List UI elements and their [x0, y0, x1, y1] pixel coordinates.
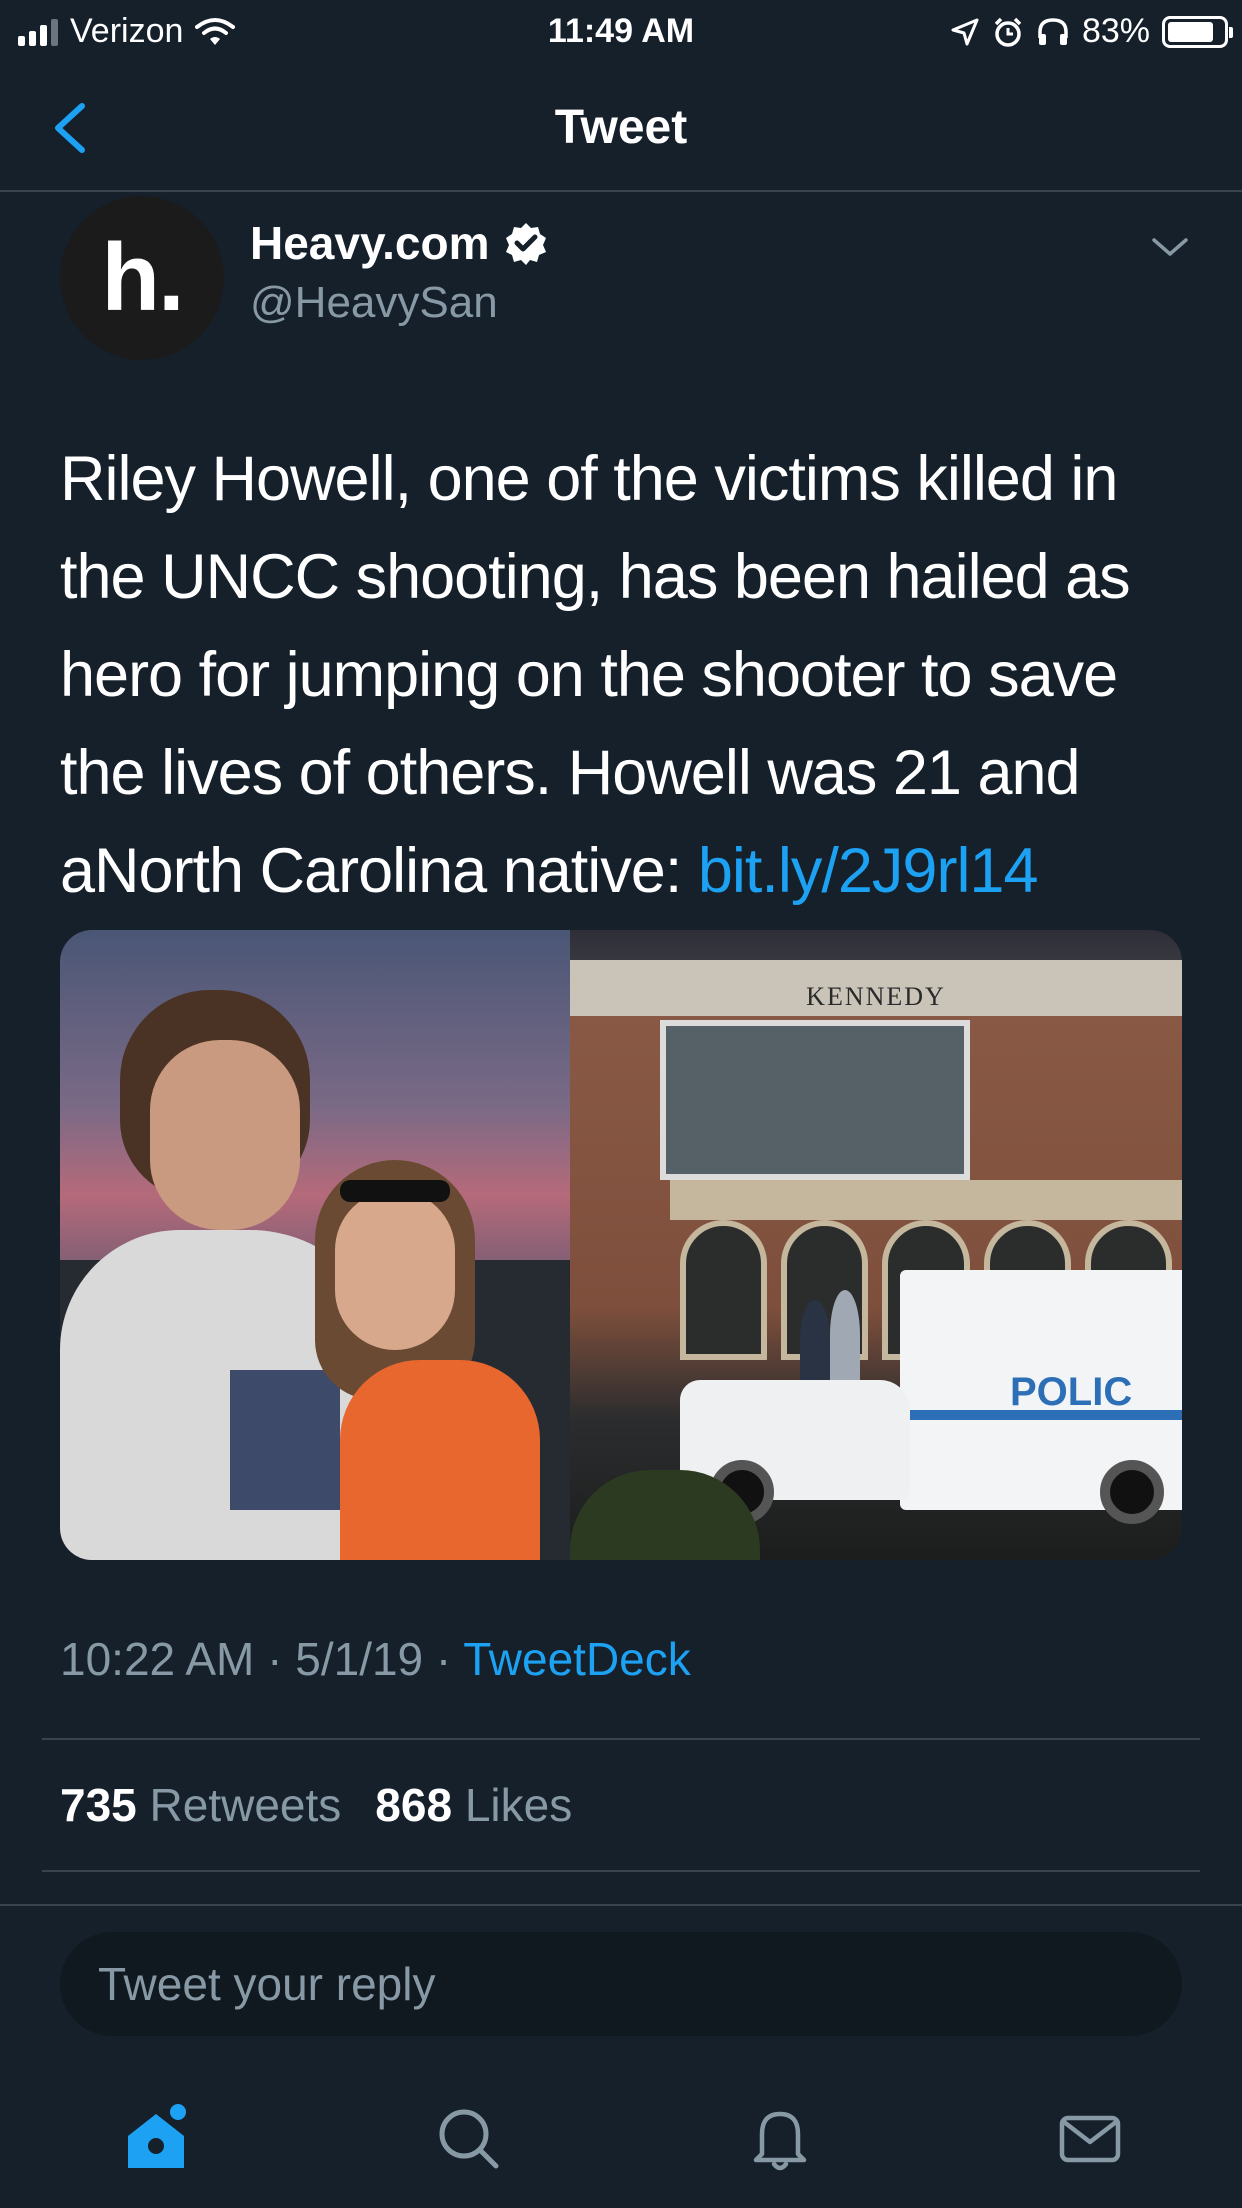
photo-face — [150, 1040, 300, 1230]
navigation-bar: Tweet — [0, 62, 1242, 192]
home-icon[interactable] — [120, 2102, 192, 2174]
reply-box[interactable] — [60, 1932, 1182, 2036]
tweet-media[interactable]: KENNEDY POLIC — [60, 930, 1182, 1560]
bell-icon[interactable] — [744, 2102, 816, 2174]
battery-icon — [1162, 15, 1233, 48]
person-figure — [830, 1290, 860, 1380]
divider — [42, 1870, 1200, 1872]
retweets-count: 735 — [60, 1779, 137, 1831]
person-figure — [800, 1300, 830, 1380]
meta-separator: · — [254, 1633, 296, 1685]
photo-face-2 — [335, 1190, 455, 1350]
retweets-stat[interactable]: 735 Retweets — [60, 1778, 341, 1832]
photo-shirt-print — [230, 1370, 340, 1510]
tweet-time: 10:22 AM — [60, 1633, 255, 1685]
photo-orange-shirt — [340, 1360, 540, 1560]
reply-input[interactable] — [98, 1932, 1138, 2036]
building-arch-top — [670, 1180, 1182, 1220]
tweet-source-link[interactable]: TweetDeck — [463, 1633, 691, 1685]
location-arrow-icon — [951, 18, 979, 45]
tab-bar — [0, 2074, 1242, 2208]
page-title: Tweet — [554, 101, 688, 154]
display-name[interactable]: Heavy.com — [250, 216, 490, 270]
divider — [0, 1904, 1242, 1906]
likes-label: Likes — [464, 1779, 573, 1831]
tweet-text: Riley Howell, one of the victims killed … — [60, 430, 1190, 920]
mail-icon[interactable] — [1054, 2102, 1126, 2174]
status-bar: Verizon 11:49 AM 83% — [0, 0, 1242, 62]
retweets-label: Retweets — [149, 1779, 342, 1831]
author-name-row[interactable]: Heavy.com — [250, 216, 548, 270]
divider — [42, 1738, 1200, 1740]
meta-separator: · — [423, 1633, 464, 1685]
search-icon[interactable] — [432, 2102, 504, 2174]
tweet-timestamp: 10:22 AM · 5/1/19 · TweetDeck — [60, 1632, 691, 1686]
building-window — [660, 1020, 970, 1180]
verified-badge-icon — [505, 223, 546, 265]
alarm-icon — [994, 17, 1022, 47]
headphones-icon — [1038, 17, 1068, 45]
truck-wheel — [1100, 1460, 1164, 1524]
tweet-date: 5/1/19 — [295, 1633, 424, 1685]
user-handle[interactable]: @HeavySan — [250, 278, 498, 328]
battery-level — [1168, 21, 1213, 42]
avatar[interactable]: h. — [60, 196, 224, 360]
status-right: 83% — [950, 12, 1233, 51]
van-label: POLIC — [1010, 1370, 1133, 1414]
building-sign: KENNEDY — [806, 982, 946, 1011]
battery-percent: 83% — [1081, 12, 1150, 50]
photo-sunglasses — [340, 1180, 450, 1202]
likes-count: 868 — [375, 1779, 453, 1831]
van-stripe — [900, 1410, 1182, 1420]
tweet-link[interactable]: bit.ly/2J9rl14 — [698, 836, 1039, 906]
chevron-down-icon[interactable] — [1148, 232, 1192, 262]
likes-stat[interactable]: 868 Likes — [375, 1778, 572, 1832]
photo-couple[interactable] — [60, 930, 570, 1560]
tweet-stats: 735 Retweets 868 Likes — [60, 1778, 572, 1832]
photo-crime-scene[interactable]: KENNEDY POLIC — [570, 930, 1182, 1560]
